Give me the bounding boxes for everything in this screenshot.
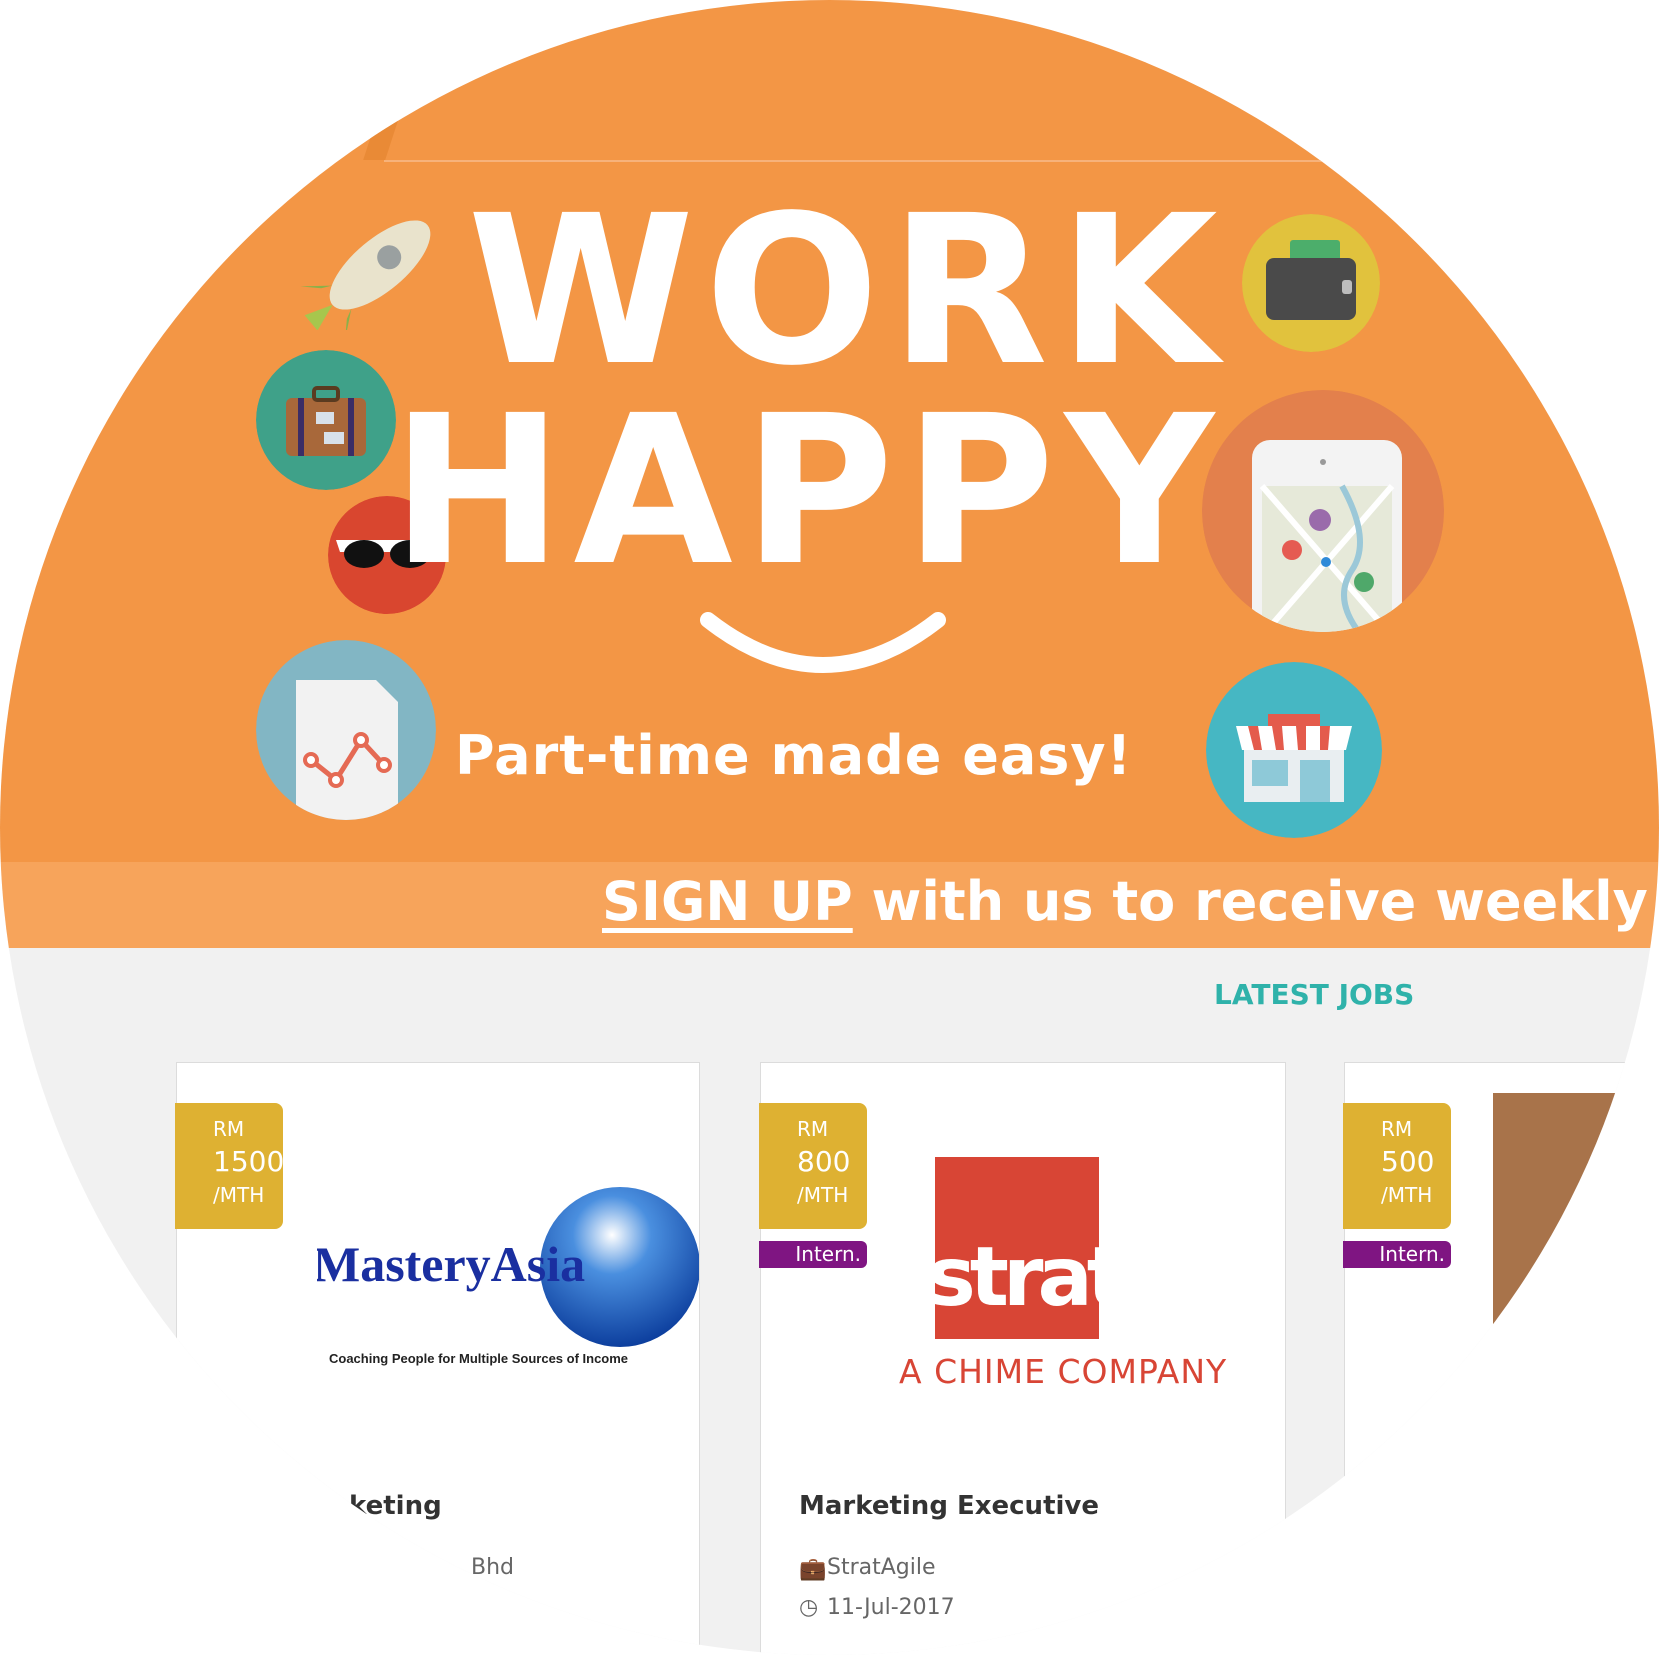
signup-banner-message: with us to receive weekly j <box>852 870 1659 933</box>
storefront-icon <box>1206 662 1382 838</box>
logo-wordmark: MasteryAsia <box>317 1236 585 1292</box>
job-card[interactable]: RM 800 /MTH Intern. stratagile A CHIME C… <box>759 1062 1286 1655</box>
signup-banner-text: SIGN UP with us to receive weekly j <box>602 870 1659 933</box>
header-divider <box>384 160 1444 162</box>
logo-tagline: A CHIME COMPANY <box>899 1352 1227 1391</box>
latest-jobs-heading: LATEST JOBS <box>1214 978 1415 1011</box>
salary-amount: 800 <box>797 1145 851 1178</box>
salary-badge: RM 500 /MTH <box>1343 1103 1451 1229</box>
nav-edge <box>363 118 399 160</box>
page-viewport: WORK HAPPY Part-time made easy! SIGN UP … <box>0 0 1659 1655</box>
job-title[interactable]: Marketing Executive <box>799 1491 1099 1521</box>
chart-document-icon <box>256 640 436 820</box>
job-card[interactable]: RM 500 /MTH Intern. <box>1343 1062 1659 1655</box>
salary-currency: RM <box>797 1117 829 1141</box>
salary-currency: RM <box>213 1117 245 1141</box>
salary-amount: 500 <box>1381 1145 1435 1178</box>
salary-badge: RM 1500 /MTH <box>175 1103 285 1229</box>
job-title[interactable]: keting <box>349 1491 442 1521</box>
job-type-badge: Intern. <box>1343 1241 1451 1268</box>
posted-date: 11-Jul-2017 <box>827 1595 955 1620</box>
company-logo <box>1493 1093 1659 1333</box>
salary-amount: 1500 <box>213 1145 285 1178</box>
job-card[interactable]: RM 1500 /MTH MasteryAsia Coaching People… <box>175 1062 700 1655</box>
job-type-badge: Intern. <box>759 1241 867 1268</box>
company-name: StratAgile <box>827 1555 936 1580</box>
logo-wordmark: stratagile <box>927 1230 1271 1325</box>
salary-period: /MTH <box>1381 1183 1433 1207</box>
hero-title-line2: HAPPY <box>391 371 1224 611</box>
smile-icon <box>700 612 946 673</box>
logo-tagline: Coaching People for Multiple Sources of … <box>329 1351 629 1366</box>
company-name: Bhd <box>471 1555 515 1580</box>
hero-banner: WORK HAPPY Part-time made easy! <box>0 0 1659 862</box>
company-logo: MasteryAsia <box>317 1187 699 1347</box>
salary-badge: RM 800 /MTH <box>759 1103 867 1229</box>
signup-link[interactable]: SIGN UP <box>602 870 853 933</box>
company-logo: stratagile A CHIME COMPANY <box>899 1157 1271 1391</box>
briefcase-icon: 💼 <box>799 1557 827 1582</box>
salary-period: /MTH <box>797 1183 849 1207</box>
hero-tagline: Part-time made easy! <box>455 724 1133 787</box>
salary-period: /MTH <box>213 1183 265 1207</box>
salary-currency: RM <box>1381 1117 1413 1141</box>
hero-title-line1: WORK <box>467 171 1228 411</box>
clock-icon: ◷ <box>799 1595 819 1620</box>
